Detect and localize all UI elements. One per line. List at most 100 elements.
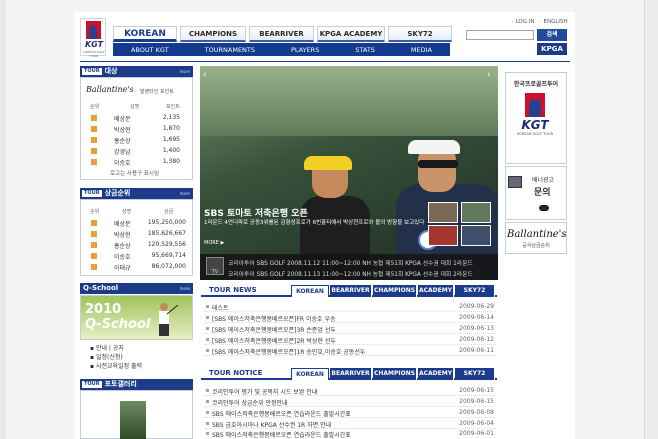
window-left-edge [0,0,6,439]
tour-news-header: TOUR NEWS KOREAN BEARRIVER CHAMPIONS ACA… [201,285,497,297]
news-item[interactable]: [SBS 에이스저축은행몽베르오픈]3R 손준업 선두 2009-06-13 [204,324,496,334]
points-row[interactable]: 박상현 1,870 [88,124,188,134]
col-rank: 순위 [90,104,100,110]
points-title: 대상 [104,67,118,75]
thumbnail[interactable] [428,202,458,223]
notice-item[interactable]: 코리안투어 상금순위 안정안내 2009-06-15 [204,397,496,407]
bullet-icon [206,316,209,319]
scrollbar[interactable] [644,0,658,439]
qschool-link-schedule[interactable]: ▪ 일정(신청) [90,352,123,361]
news-item[interactable]: [SBS 에이스저축은행몽베르오픈]2R 박상현 선두 2009-06-12 [204,335,496,345]
tab-kpga-academy[interactable]: KPGA ACADEMY [317,26,385,42]
search-button[interactable]: 검색 [537,29,567,41]
next-arrow-icon[interactable]: › [487,70,491,80]
kgt-logo-large[interactable]: KGT KOREAN GOLF TOUR [517,93,553,139]
banner-thumbnails [428,202,494,246]
notice-item[interactable]: SBS 에이스저축은행몽베르오픈 연습라운드 출발시간표 2009-06-01 [204,429,496,439]
menu-players[interactable]: PLAYERS [291,46,319,54]
tab-bearriver[interactable]: BEARRIVER [249,26,314,42]
points-footer: 로고는 사용구 표시임 [110,171,160,177]
search-input[interactable] [466,30,534,40]
news-item[interactable]: [SBS 에이스저축은행몽베르오픈]1R 송민호,이승호 공동선두 2009-06… [204,346,496,356]
more-link[interactable]: more [180,283,190,294]
sunglasses-icon [418,160,458,168]
ticker-line[interactable]: 코리아투어 SBS GOLF 2008.11.13 11:00~12:00 NH… [228,269,473,278]
bullet-icon [206,422,209,425]
points-row[interactable]: 강경남 1,400 [88,146,188,156]
money-row[interactable]: 홍순상 120,529,556 [88,240,188,250]
qschool-banner[interactable]: 2010 Q-School [80,295,193,340]
news-tab-bearriver[interactable]: BEARRIVER [330,285,372,297]
col-name: 성명 [130,104,140,110]
main-banner[interactable] [200,66,498,280]
kgt-text: KGT [521,118,549,132]
news-tab-korean[interactable]: KOREAN [291,285,329,297]
thumbnail[interactable] [461,202,491,223]
notice-tab-academy[interactable]: ACADEMY [418,368,454,380]
banner-background [200,66,498,136]
sponsor-sub: 공식상금순위 [522,243,550,249]
money-row[interactable]: 이태규 86,072,000 [88,262,188,272]
news-item[interactable]: [SBS 에이스저축은행몽베르오픈]FR 이승호 우승 2009-06-14 [204,313,496,323]
kgt-logo[interactable]: KGT KOREAN GOLF TOUR [80,18,106,58]
notice-tab-champions[interactable]: CHAMPIONS [373,368,417,380]
ballantines-logo: Ballantine's [86,85,134,94]
thumbnail[interactable] [461,225,491,246]
kpga-button[interactable]: KPGA [537,43,567,55]
tab-sky72[interactable]: SKY72 [388,26,452,42]
kgt-flag-icon [86,21,101,39]
notice-item[interactable]: SBS 금호아시아나 KPGA 선수권 1R 자면 안내 2009-06-04 [204,419,496,429]
main-menu: ABOUT KGT TOURNAMENTS PLAYERS STATS MEDI… [113,43,450,56]
qschool-header: Q-School more [80,283,193,294]
money-header: TOUR 상금순위 more [80,188,193,199]
more-link[interactable]: more [180,188,190,199]
news-tab-sky72[interactable]: SKY72 [455,285,495,297]
news-item[interactable]: 테스트 2009-06-29 [204,302,496,312]
news-tab-academy[interactable]: ACADEMY [418,285,454,297]
notice-tab-korean[interactable]: KOREAN [291,368,329,380]
notice-item[interactable]: 코리안투어 평가 및 공복지 시드 보완 안내 2009-06-15 [204,386,496,396]
notice-item[interactable]: SBS 에이스저축은행몽베르오픈 연습라운드 출발시간표 2009-06-08 [204,408,496,418]
english-link[interactable]: · ENGLISH [540,19,568,25]
news-tab-champions[interactable]: CHAMPIONS [373,285,417,297]
banner-more-link[interactable]: MORE ▶ [204,240,224,246]
qschool-banner-text: Q-School [85,317,151,332]
points-row[interactable]: 홍순상 1,695 [88,135,188,145]
ticker-line[interactable]: 코리아투어 SBS GOLF 2008.11.12 11:00~12:00 NH… [228,258,473,267]
qschool-link-notice[interactable]: ▪ 안내 | 공지 [90,343,124,352]
notice-tab-bearriver[interactable]: BEARRIVER [330,368,372,380]
menu-stats[interactable]: STATS [355,46,375,54]
sponsor-sub: 발렌타인 포인트 [140,89,174,95]
more-link[interactable]: more [180,66,190,77]
tv-icon: TV [206,257,224,275]
thumbnail[interactable] [428,225,458,246]
qschool-link-print[interactable]: ▪ 사전교육일정 출력 [90,361,142,370]
tour-notice-header: TOUR NOTICE KOREAN BEARRIVER CHAMPIONS A… [201,368,497,380]
points-row[interactable]: 배상문 2,135 [88,113,188,123]
kgt-flag-icon [525,93,545,117]
banner-headline[interactable]: SBS 토마토 저축은행 오픈 [204,206,308,219]
login-link[interactable]: · LOG IN [512,19,534,25]
prev-arrow-icon[interactable]: ‹ [203,70,207,80]
tab-champions[interactable]: CHAMPIONS [180,26,246,42]
rank-icon [91,253,97,259]
gallery-photo[interactable] [120,401,146,439]
tour-news-title: TOUR NEWS [209,286,257,294]
tab-korean[interactable]: KOREAN [113,26,177,42]
rank-icon [91,137,97,143]
money-row[interactable]: 배상문 195,250,000 [88,218,188,228]
ad-label: 배너광고 [532,177,555,184]
points-row[interactable]: 이승호 1,380 [88,157,188,167]
notice-tab-sky72[interactable]: SKY72 [455,368,495,380]
money-row[interactable]: 이승호 95,669,714 [88,251,188,261]
gallery-header: TOUR 포토갤러리 [80,379,193,390]
monitor-icon [508,176,522,188]
menu-about-kgt[interactable]: ABOUT KGT [131,46,169,54]
money-row[interactable]: 박상현 185,626,667 [88,229,188,239]
rank-icon [91,115,97,121]
tour-badge: TOUR [82,68,102,75]
menu-media[interactable]: MEDIA [411,46,432,54]
tour-badge: TOUR [82,381,102,388]
rank-icon [91,126,97,132]
menu-tournaments[interactable]: TOURNAMENTS [205,46,255,54]
